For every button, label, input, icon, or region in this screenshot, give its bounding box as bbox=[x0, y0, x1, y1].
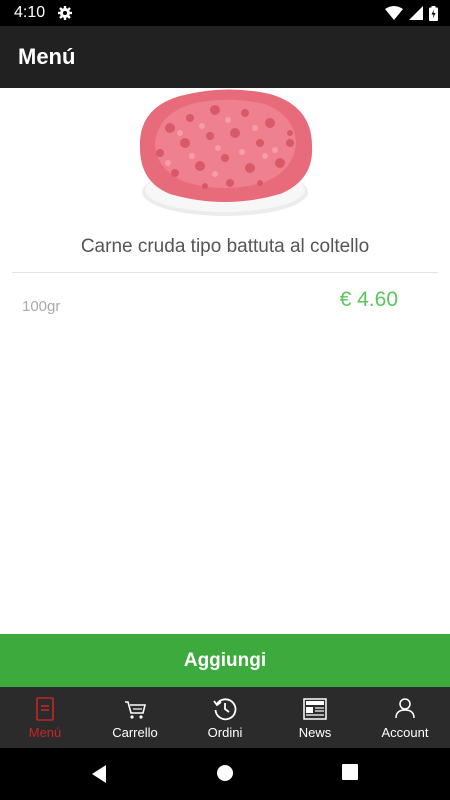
page-title: Menú bbox=[18, 44, 76, 69]
nav-item-orders[interactable]: Ordini bbox=[180, 687, 270, 748]
nav-label-account: Account bbox=[381, 725, 429, 740]
back-icon[interactable] bbox=[90, 764, 108, 784]
person-icon bbox=[395, 698, 415, 719]
nav-label-cart: Carrello bbox=[112, 725, 158, 740]
nav-label-menu: Menú bbox=[28, 725, 62, 740]
status-time: 4:10 bbox=[14, 4, 46, 21]
menu-icon bbox=[36, 697, 54, 721]
home-icon[interactable] bbox=[216, 764, 234, 782]
add-to-cart-button[interactable]: Aggiungi bbox=[0, 634, 450, 687]
product-detail: Carne cruda tipo battuta al coltello 100… bbox=[0, 88, 450, 634]
nav-item-menu[interactable]: Menú bbox=[0, 687, 90, 748]
app-bar: Menú bbox=[0, 26, 450, 88]
nav-label-orders: Ordini bbox=[207, 725, 243, 740]
nav-item-news[interactable]: News bbox=[270, 687, 360, 748]
status-icons bbox=[385, 5, 438, 21]
divider bbox=[12, 272, 438, 273]
product-price: € 4.60 bbox=[339, 288, 398, 311]
cart-icon bbox=[125, 701, 147, 719]
bottom-navigation: Menú Carrello Ordini News Account bbox=[0, 687, 450, 748]
status-bar: 4:10 bbox=[0, 0, 450, 26]
history-icon bbox=[213, 698, 237, 721]
nav-label-news: News bbox=[298, 725, 332, 740]
product-weight: 100gr bbox=[22, 298, 61, 315]
battery-icon bbox=[429, 5, 438, 21]
settings-gear-icon bbox=[58, 6, 72, 20]
nav-item-cart[interactable]: Carrello bbox=[90, 687, 180, 748]
wifi-icon bbox=[385, 6, 403, 20]
system-navigation-bar bbox=[0, 748, 450, 800]
newspaper-icon bbox=[303, 698, 327, 720]
ground-beef-image bbox=[139, 89, 313, 216]
signal-icon bbox=[409, 6, 423, 20]
nav-item-account[interactable]: Account bbox=[360, 687, 450, 748]
product-name: Carne cruda tipo battuta al coltello bbox=[80, 236, 370, 257]
recents-icon[interactable] bbox=[342, 764, 358, 780]
